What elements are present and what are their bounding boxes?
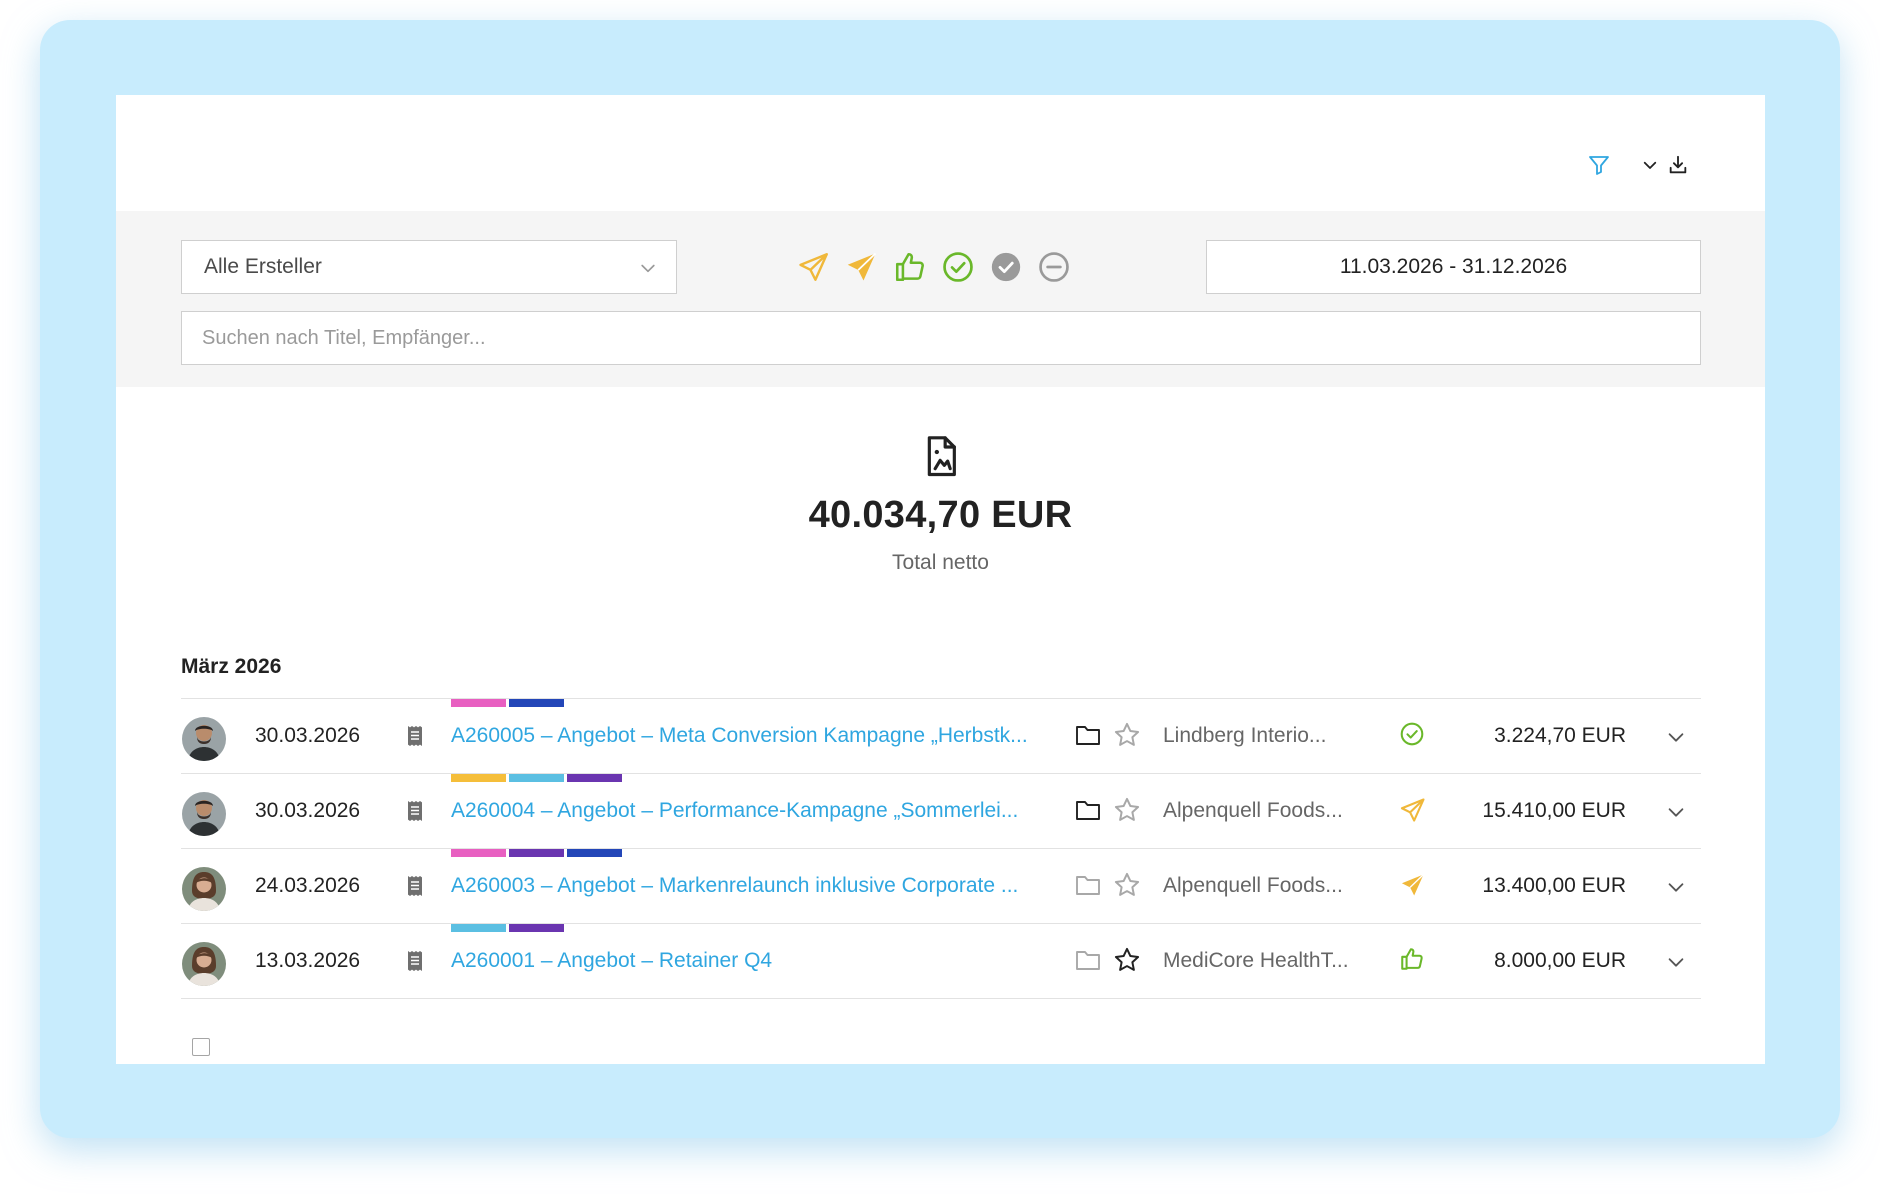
- offer-title[interactable]: A260004 – Angebot – Performance-Kampagne…: [451, 799, 1053, 823]
- star-icon[interactable]: [1113, 871, 1141, 899]
- receipt-icon: [408, 726, 422, 746]
- offer-amount: 13.400,00 EUR: [1482, 874, 1626, 897]
- folder-icon[interactable]: [1075, 723, 1101, 747]
- offer-list: 30.03.2026 A260005 – Angebot – Meta Conv…: [181, 698, 1701, 999]
- table-row[interactable]: 13.03.2026 A260001 – Angebot – Retainer …: [181, 924, 1701, 999]
- tag-chip: [451, 699, 506, 707]
- thumbs-up-icon[interactable]: [892, 249, 928, 285]
- total-label: Total netto: [892, 551, 989, 574]
- star-icon[interactable]: [1113, 721, 1141, 749]
- client-name: Alpenquell Foods...: [1163, 874, 1343, 897]
- check-filled-gray-icon[interactable]: [988, 249, 1024, 285]
- month-heading: März 2026: [181, 655, 282, 678]
- tag-chip: [451, 774, 506, 782]
- top-toolbar: [116, 95, 1765, 211]
- offer-amount: 8.000,00 EUR: [1494, 949, 1626, 972]
- download-icon[interactable]: [1664, 151, 1692, 179]
- client-name: Lindberg Interio...: [1163, 724, 1327, 747]
- offers-panel: Alle Ersteller 11.03.2026 - 31.12.2026 S…: [116, 95, 1765, 1064]
- filter-panel: Alle Ersteller 11.03.2026 - 31.12.2026 S…: [116, 211, 1765, 387]
- check-circle-icon[interactable]: [940, 249, 976, 285]
- star-icon[interactable]: [1113, 796, 1141, 824]
- tag-chip: [567, 774, 622, 782]
- thumbs-up-icon: [1399, 946, 1427, 974]
- tag-chip: [509, 699, 564, 707]
- avatar: [182, 942, 226, 986]
- sent-filled-icon: [1399, 871, 1427, 899]
- tag-chip: [509, 849, 564, 857]
- receipt-icon: [408, 801, 422, 821]
- chevron-down-icon[interactable]: [1665, 801, 1687, 823]
- summary-section: 40.034,70 EUR Total netto: [116, 435, 1765, 575]
- offer-date: 24.03.2026: [255, 874, 361, 897]
- client-name: Alpenquell Foods...: [1163, 799, 1343, 822]
- offer-title[interactable]: A260003 – Angebot – Markenrelaunch inklu…: [451, 874, 1053, 898]
- minus-circle-icon[interactable]: [1036, 249, 1072, 285]
- tag-chip: [567, 849, 622, 857]
- sent-outline-icon[interactable]: [796, 249, 832, 285]
- filter-icon[interactable]: [1585, 151, 1613, 179]
- tag-bar: [451, 699, 564, 707]
- table-row[interactable]: 30.03.2026 A260005 – Angebot – Meta Conv…: [181, 699, 1701, 774]
- sent-filled-icon[interactable]: [844, 249, 880, 285]
- avatar: [182, 792, 226, 836]
- chevron-down-icon: [641, 264, 655, 273]
- offer-date: 13.03.2026: [255, 949, 361, 972]
- avatar: [182, 717, 226, 761]
- folder-icon[interactable]: [1075, 948, 1101, 972]
- table-row[interactable]: 24.03.2026 A260003 – Angebot – Markenrel…: [181, 849, 1701, 924]
- status-filter-group: [796, 247, 1072, 287]
- offer-amount: 3.224,70 EUR: [1494, 724, 1626, 747]
- document-chart-icon: [927, 436, 956, 477]
- total-amount: 40.034,70 EUR: [808, 494, 1073, 536]
- search-input[interactable]: [181, 311, 1701, 365]
- chevron-down-icon[interactable]: [1665, 951, 1687, 973]
- folder-icon[interactable]: [1075, 798, 1101, 822]
- tag-bar: [451, 849, 622, 857]
- tag-chip: [509, 774, 564, 782]
- table-row[interactable]: 30.03.2026 A260004 – Angebot – Performan…: [181, 774, 1701, 849]
- offer-title[interactable]: A260001 – Angebot – Retainer Q4: [451, 949, 1053, 973]
- chevron-down-icon[interactable]: [1665, 726, 1687, 748]
- tag-chip: [509, 924, 564, 932]
- tag-chip: [451, 849, 506, 857]
- tag-chip: [451, 924, 506, 932]
- tag-bar: [451, 924, 564, 932]
- chevron-down-icon[interactable]: [1665, 876, 1687, 898]
- check-circle-icon: [1399, 721, 1427, 749]
- offer-title[interactable]: A260005 – Angebot – Meta Conversion Kamp…: [451, 724, 1053, 748]
- avatar: [182, 867, 226, 911]
- receipt-icon: [408, 951, 422, 971]
- sent-outline-icon: [1399, 796, 1427, 824]
- receipt-icon: [408, 876, 422, 896]
- creator-select[interactable]: Alle Ersteller: [181, 240, 677, 294]
- creator-select-value: Alle Ersteller: [204, 255, 322, 278]
- chevron-down-icon[interactable]: [1636, 151, 1664, 179]
- client-name: MediCore HealthT...: [1163, 949, 1349, 972]
- select-all-checkbox[interactable]: [192, 1038, 210, 1056]
- folder-icon[interactable]: [1075, 873, 1101, 897]
- offer-date: 30.03.2026: [255, 724, 361, 747]
- offer-amount: 15.410,00 EUR: [1482, 799, 1626, 822]
- star-icon[interactable]: [1113, 946, 1141, 974]
- offer-date: 30.03.2026: [255, 799, 361, 822]
- tag-bar: [451, 774, 622, 782]
- date-range-field[interactable]: 11.03.2026 - 31.12.2026: [1206, 240, 1701, 294]
